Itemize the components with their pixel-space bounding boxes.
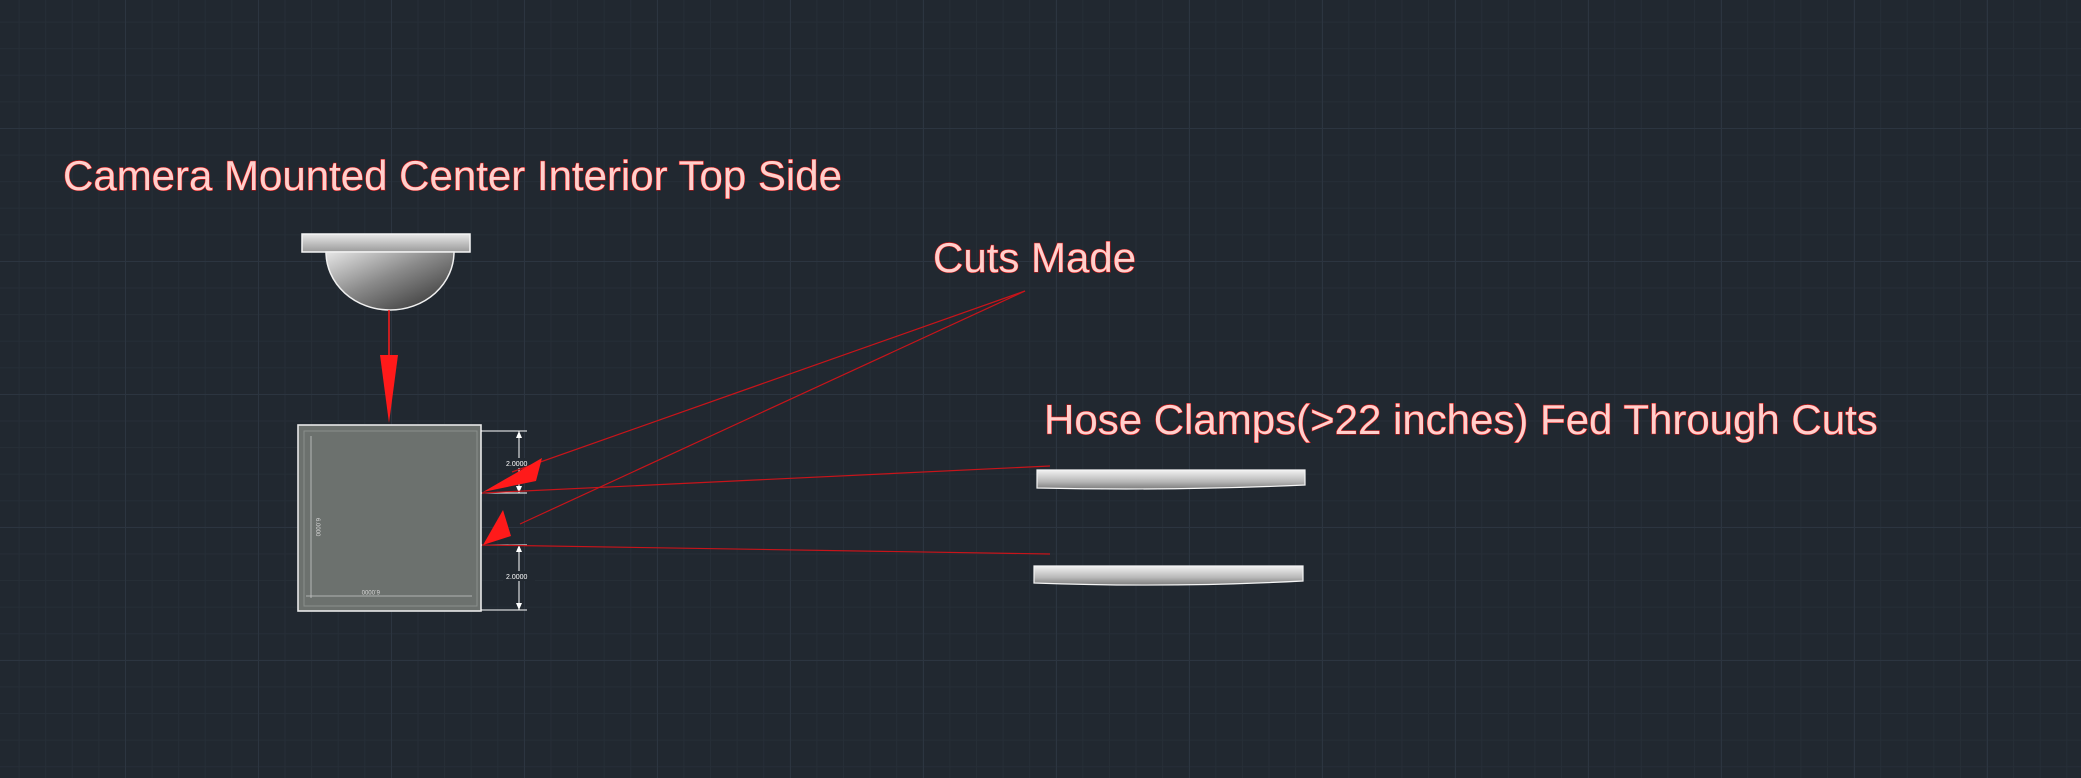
lower-gap-dimension: 2.0000 bbox=[506, 574, 528, 581]
cuts-leader-upper bbox=[483, 290, 1026, 492]
hose-clamp-upper[interactable] bbox=[1036, 469, 1306, 490]
box-width-dimension: 6.0000 bbox=[361, 588, 380, 594]
hose-clamps-label: Hose Clamps(>22 inches) Fed Through Cuts bbox=[1044, 396, 1878, 443]
upper-gap-dimension: 2.0000 bbox=[506, 461, 528, 468]
camera-dome bbox=[325, 251, 455, 311]
hose-clamp-lower[interactable] bbox=[1033, 565, 1304, 586]
dome-camera[interactable] bbox=[301, 233, 471, 311]
cuts-made-label: Cuts Made bbox=[933, 234, 1136, 281]
drawing-canvas[interactable]: Camera Mounted Center Interior Top Side … bbox=[0, 0, 2081, 778]
cad-drawing: Camera Mounted Center Interior Top Side … bbox=[62, 151, 1878, 612]
clamp-leader-lower bbox=[481, 544, 1051, 555]
enclosure-box[interactable]: 6.0000 6.0000 bbox=[297, 424, 482, 612]
cuts-leader-lower bbox=[483, 290, 1026, 545]
camera-label: Camera Mounted Center Interior Top Side bbox=[63, 152, 842, 199]
camera-mount-plate bbox=[301, 233, 471, 253]
box-height-dimension: 6.0000 bbox=[314, 518, 320, 537]
clamp-leader-upper bbox=[481, 465, 1051, 494]
camera-arrow bbox=[380, 310, 398, 423]
enclosure-front bbox=[297, 424, 482, 612]
